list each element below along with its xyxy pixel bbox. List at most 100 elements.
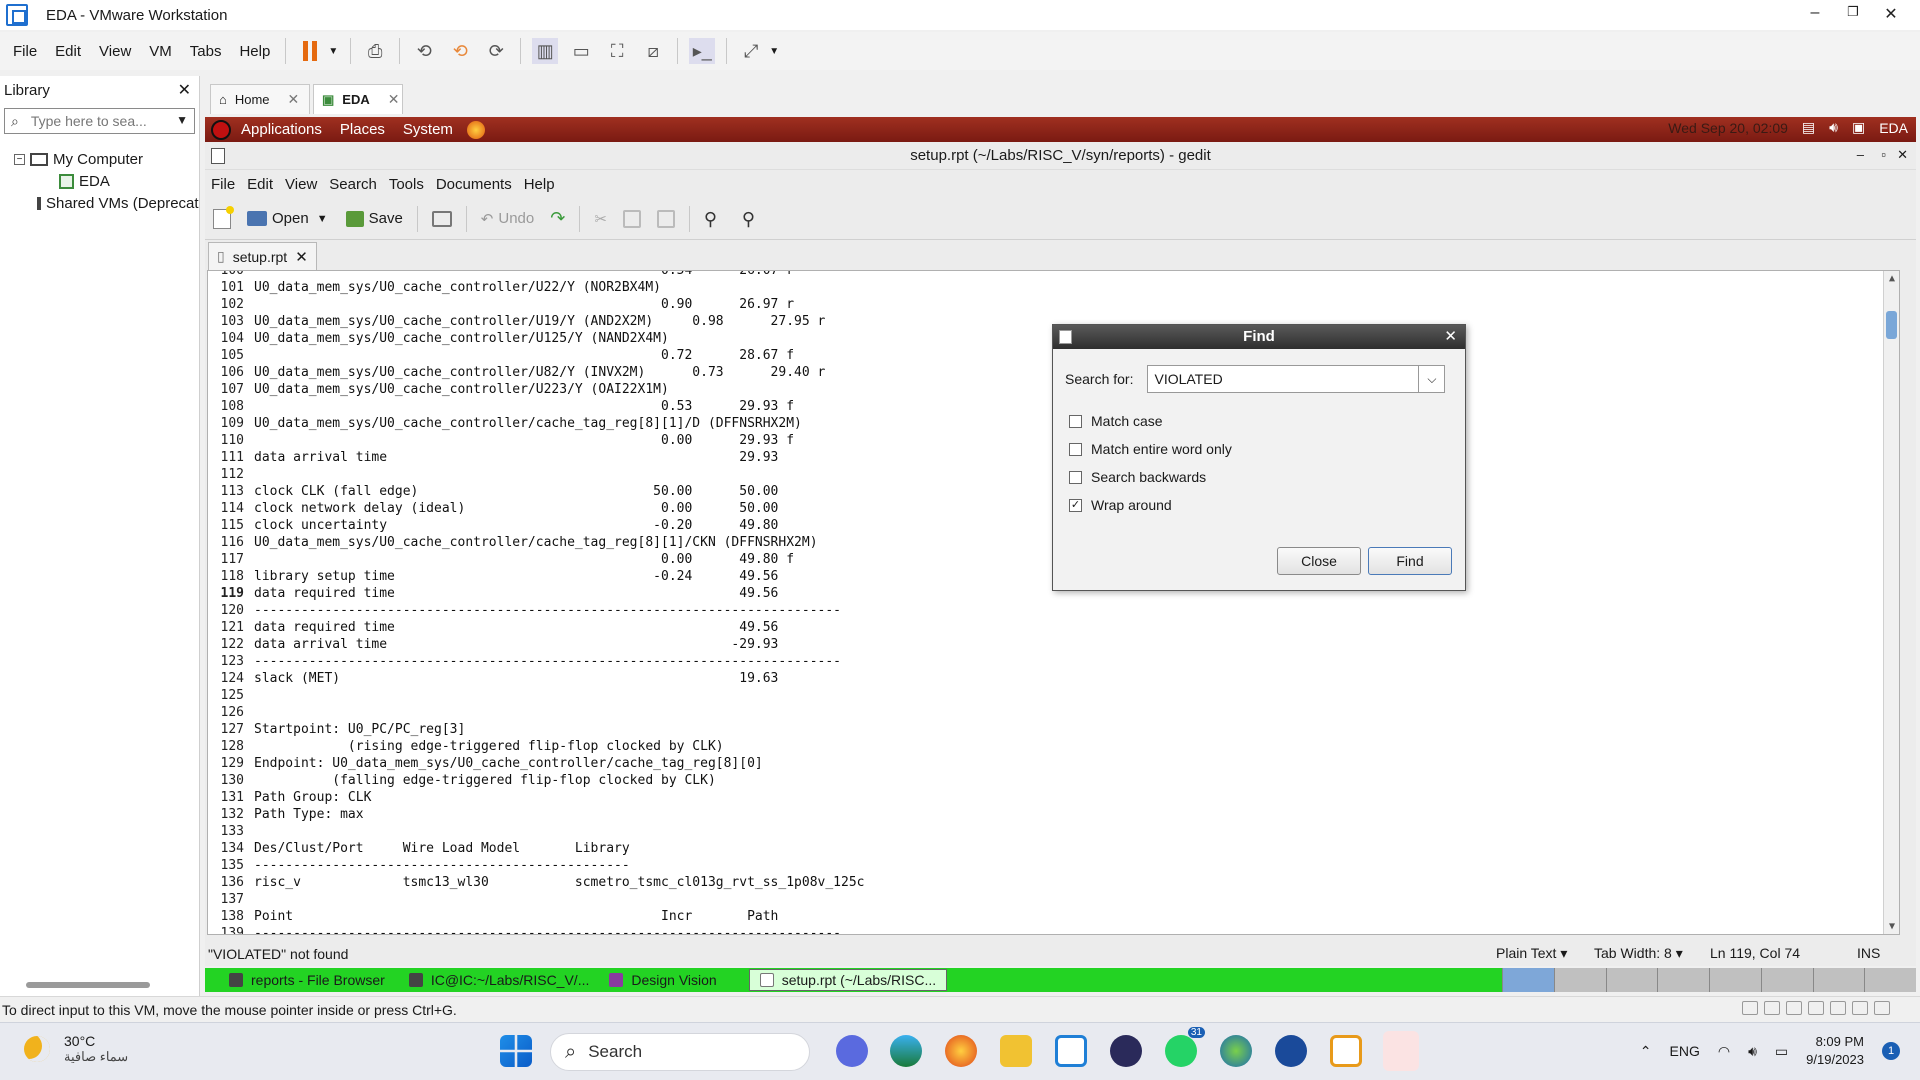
eclipse-icon[interactable] — [1110, 1035, 1142, 1067]
menu-help[interactable]: Help — [230, 43, 279, 60]
power-dropdown-icon[interactable]: ▼ — [328, 46, 338, 57]
close-tab-home-icon[interactable]: ✕ — [288, 91, 300, 108]
edge-icon[interactable] — [890, 1035, 922, 1067]
snapshot-icon[interactable]: ⟲ — [411, 38, 437, 64]
chevron-up-icon[interactable]: ⌃ — [1640, 1043, 1652, 1060]
match-case-option[interactable]: Match case — [1069, 413, 1163, 429]
printer-icon[interactable] — [1830, 1001, 1846, 1015]
library-hscrollbar[interactable] — [26, 982, 150, 988]
library-search-input[interactable]: ⌕ Type here to sea... ▼ — [4, 108, 195, 134]
usb-icon[interactable] — [1852, 1001, 1868, 1015]
gedit-menu-documents[interactable]: Documents — [430, 176, 518, 193]
find-replace-button[interactable]: ⚲ — [734, 210, 772, 228]
workspace-switcher[interactable] — [1502, 968, 1916, 992]
volume-icon[interactable]: 🔊︎ — [1829, 119, 1838, 136]
workspace-2[interactable] — [1553, 968, 1606, 992]
tree-item-shared-vms[interactable]: Shared VMs (Deprecated) — [0, 192, 199, 214]
gedit-menu-search[interactable]: Search — [323, 176, 383, 193]
redo-button[interactable]: ↷ — [542, 208, 573, 229]
close-window-button[interactable]: ✕ — [1876, 4, 1906, 24]
tree-item-eda[interactable]: EDA — [0, 170, 199, 192]
gedit-menu-edit[interactable]: Edit — [241, 176, 279, 193]
minimize-button[interactable]: – — [1800, 4, 1830, 22]
notification-badge[interactable]: 1 — [1882, 1042, 1900, 1060]
history-dropdown-icon[interactable]: ⌵ — [1418, 366, 1444, 392]
close-library-icon[interactable]: ✕ — [178, 80, 191, 100]
network-adapter-icon[interactable] — [1786, 1001, 1802, 1015]
task-file-browser[interactable]: reports - File Browser — [219, 969, 395, 991]
match-case-checkbox[interactable] — [1069, 414, 1082, 428]
scroll-thumb[interactable] — [1886, 311, 1897, 339]
menu-places[interactable]: Places — [340, 121, 385, 138]
match-word-option[interactable]: Match entire word only — [1069, 441, 1232, 457]
panel-user[interactable]: EDA — [1879, 120, 1908, 136]
search-backwards-checkbox[interactable] — [1069, 470, 1082, 484]
find-submit-button[interactable]: Find — [1368, 547, 1452, 575]
close-button[interactable]: Close — [1277, 547, 1361, 575]
snipping-tool-icon[interactable] — [1383, 1031, 1419, 1071]
language-selector[interactable]: Plain Text ▾ — [1496, 945, 1567, 962]
console-view-icon[interactable]: ▸_ — [689, 38, 716, 64]
close-doc-tab-icon[interactable]: ✕ — [295, 248, 308, 266]
battery-icon[interactable]: ▭ — [1775, 1043, 1788, 1060]
paste-button[interactable] — [649, 209, 683, 228]
menu-system[interactable]: System — [403, 121, 453, 138]
cdrom-icon[interactable] — [1764, 1001, 1780, 1015]
network-icon[interactable]: ▤ — [1802, 119, 1815, 136]
tab-home[interactable]: ⌂ Home ✕ — [210, 84, 310, 114]
tab-eda[interactable]: ▣ EDA ✕ — [313, 84, 403, 114]
undo-button[interactable]: ↶ Undo — [473, 210, 542, 228]
language-indicator[interactable]: ENG — [1670, 1043, 1700, 1059]
workspace-4[interactable] — [1657, 968, 1709, 992]
cut-button[interactable]: ✂ — [586, 210, 615, 228]
vmware-taskbar-icon[interactable] — [1330, 1035, 1362, 1067]
wrap-around-option[interactable]: ✓ Wrap around — [1069, 497, 1172, 513]
gedit-menu-view[interactable]: View — [279, 176, 323, 193]
suspend-icon[interactable] — [297, 38, 323, 64]
collapse-icon[interactable]: − — [14, 153, 25, 165]
unity-icon[interactable]: ⧄ — [640, 38, 666, 64]
find-dialog-close-icon[interactable]: ✕ — [1444, 325, 1457, 349]
gedit-maximize-button[interactable]: ▫ — [1881, 147, 1886, 162]
workspace-6[interactable] — [1760, 968, 1813, 992]
task-terminal[interactable]: IC@IC:~/Labs/RISC_V/... — [399, 969, 600, 991]
new-document-button[interactable] — [205, 205, 239, 229]
sound-icon[interactable] — [1808, 1001, 1824, 1015]
doc-tab-setup-rpt[interactable]: ▯ setup.rpt ✕ — [208, 242, 317, 270]
open-button[interactable]: Open — [239, 210, 317, 227]
copy-button[interactable] — [615, 209, 649, 228]
gedit-menu-file[interactable]: File — [205, 176, 241, 193]
stretch-dropdown-icon[interactable]: ▼ — [769, 46, 779, 57]
tree-item-my-computer[interactable]: − My Computer — [0, 148, 199, 170]
thumbnail-bar-icon[interactable]: ▭ — [568, 38, 594, 64]
scroll-up-icon[interactable]: ▲ — [1884, 273, 1899, 284]
search-for-input[interactable]: VIOLATED ⌵ — [1147, 365, 1446, 393]
gedit-menu-tools[interactable]: Tools — [383, 176, 430, 193]
panel-clock[interactable]: Wed Sep 20, 02:09 — [1668, 120, 1788, 136]
workspace-5[interactable] — [1709, 968, 1761, 992]
show-library-icon[interactable]: ▥ — [532, 38, 559, 64]
close-tab-eda-icon[interactable]: ✕ — [388, 91, 400, 108]
clock[interactable]: 8:09 PM 9/19/2023 — [1806, 1033, 1864, 1069]
send-ctrl-alt-del-icon[interactable]: ⎙ — [362, 38, 388, 64]
full-screen-icon[interactable]: ⛶ — [604, 38, 630, 64]
gedit-minimize-button[interactable]: – — [1857, 147, 1864, 162]
save-button[interactable]: Save — [338, 210, 411, 227]
gedit-menu-help[interactable]: Help — [518, 176, 561, 193]
scroll-down-icon[interactable]: ▼ — [1884, 921, 1899, 932]
workspace-1[interactable] — [1502, 968, 1554, 992]
windows-start-icon[interactable] — [500, 1035, 532, 1067]
gedit-close-button[interactable]: ✕ — [1897, 147, 1908, 163]
snapshot-manager-icon[interactable]: ⟳ — [483, 38, 509, 64]
workspace-7[interactable] — [1812, 968, 1865, 992]
menu-file[interactable]: File — [4, 43, 46, 60]
hdd-icon[interactable] — [1742, 1001, 1758, 1015]
message-icon[interactable] — [1874, 1001, 1890, 1015]
menu-vm[interactable]: VM — [140, 43, 181, 60]
chevron-down-icon[interactable]: ▼ — [176, 113, 188, 127]
firefox-icon[interactable] — [945, 1035, 977, 1067]
menu-applications[interactable]: Applications — [241, 121, 322, 138]
tab-width-selector[interactable]: Tab Width: 8 ▾ — [1594, 945, 1683, 962]
stretch-guest-icon[interactable]: ⤢ — [738, 38, 764, 64]
match-word-checkbox[interactable] — [1069, 442, 1082, 456]
